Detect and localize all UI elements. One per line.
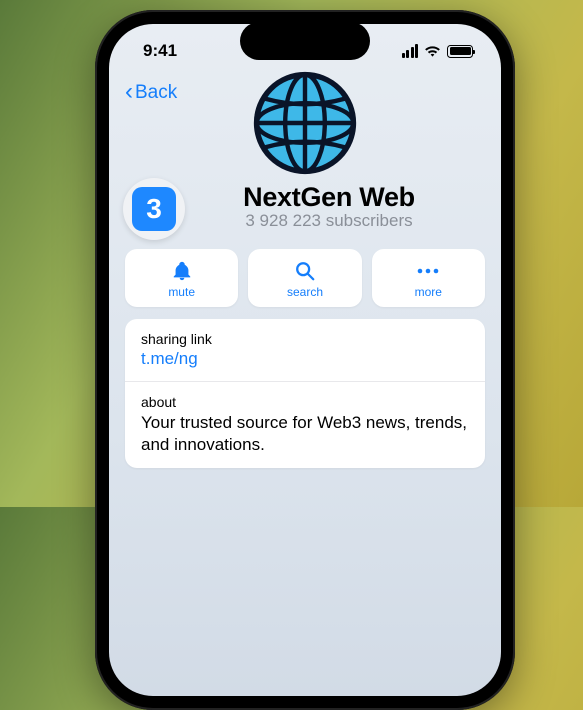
profile-header: 3 NextGen Web 3 928 223 subscribers [109,68,501,239]
more-icon [415,259,441,283]
mute-label: mute [168,285,195,299]
avatar-glyph: 3 [132,187,176,231]
dynamic-island [240,22,370,60]
about-text: Your trusted source for Web3 news, trend… [141,412,469,456]
divider [125,381,485,382]
wifi-icon [424,45,441,58]
action-row: mute search more [109,239,501,319]
globe-icon [250,68,360,178]
info-card: sharing link t.me/ng about Your trusted … [125,319,485,468]
sharing-link[interactable]: t.me/ng [141,349,469,369]
search-button[interactable]: search [248,249,361,307]
cellular-icon [402,44,419,58]
channel-avatar[interactable]: 3 [123,178,185,240]
about-label: about [141,394,469,410]
mute-button[interactable]: mute [125,249,238,307]
sharing-link-label: sharing link [141,331,469,347]
search-icon [294,259,316,283]
channel-name: NextGen Web [243,182,415,213]
status-time: 9:41 [143,41,177,61]
phone-frame: 9:41 ‹ Back [95,10,515,710]
subscriber-count: 3 928 223 subscribers [243,211,415,231]
more-button[interactable]: more [372,249,485,307]
bell-icon [171,259,193,283]
status-indicators [402,44,474,58]
search-label: search [287,285,323,299]
screen: 9:41 ‹ Back [109,24,501,696]
more-label: more [415,285,442,299]
battery-icon [447,45,473,58]
